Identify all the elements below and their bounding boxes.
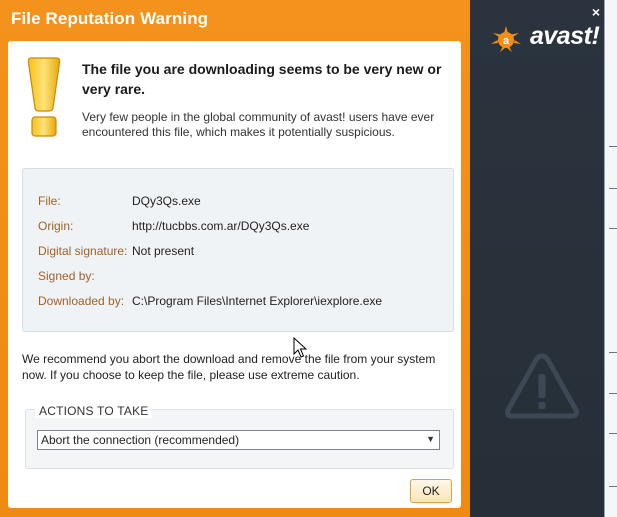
file-label: File: — [38, 194, 61, 208]
dialog-content: The file you are downloading seems to be… — [8, 41, 461, 508]
background-line — [609, 188, 617, 189]
file-value: DQy3Qs.exe — [132, 194, 201, 208]
digital-signature-value: Not present — [132, 244, 195, 258]
chevron-down-icon[interactable]: ▼ — [426, 434, 435, 444]
background-line — [609, 146, 617, 147]
mouse-cursor-icon — [293, 337, 307, 358]
avast-logo: a avast! — [486, 22, 600, 54]
background-line — [609, 352, 617, 353]
dialog-frame: File Reputation Warning The file you are… — [0, 0, 470, 517]
actions-title: ACTIONS TO TAKE — [35, 404, 153, 418]
background-line — [609, 393, 617, 394]
background-line — [609, 433, 617, 434]
dialog-title: File Reputation Warning — [11, 9, 209, 28]
origin-value: http://tucbbs.com.ar/DQy3Qs.exe — [132, 219, 310, 233]
close-icon[interactable]: × — [592, 5, 600, 19]
avast-logo-text: avast! — [530, 22, 600, 50]
svg-text:a: a — [503, 35, 510, 47]
origin-label: Origin: — [38, 219, 74, 233]
ok-button[interactable]: OK — [410, 479, 452, 503]
file-reputation-dialog: File Reputation Warning The file you are… — [0, 0, 604, 517]
warning-triangle-icon — [505, 353, 579, 419]
avast-orb-icon: a — [491, 26, 521, 52]
file-info-panel: File: DQy3Qs.exe Origin: http://tucbbs.c… — [22, 168, 454, 332]
downloaded-by-value: C:\Program Files\Internet Explorer\iexpl… — [132, 294, 383, 308]
action-select-value: Abort the connection (recommended) — [41, 433, 240, 447]
background-line — [609, 486, 617, 487]
exclamation-icon — [27, 57, 61, 137]
brand-sidebar: × a avast! — [470, 0, 604, 517]
warning-headline: The file you are downloading seems to be… — [82, 61, 442, 97]
background-window-edge — [604, 0, 617, 517]
warning-description: Very few people in the global community … — [82, 110, 435, 139]
downloaded-by-label: Downloaded by: — [38, 294, 125, 308]
action-select[interactable]: Abort the connection (recommended) ▼ — [37, 430, 440, 450]
background-line — [609, 228, 617, 229]
recommendation-text: We recommend you abort the download and … — [22, 352, 436, 382]
actions-group: ACTIONS TO TAKE Abort the connection (re… — [25, 404, 454, 469]
digital-signature-label: Digital signature: — [38, 244, 128, 258]
signed-by-label: Signed by: — [38, 269, 95, 283]
